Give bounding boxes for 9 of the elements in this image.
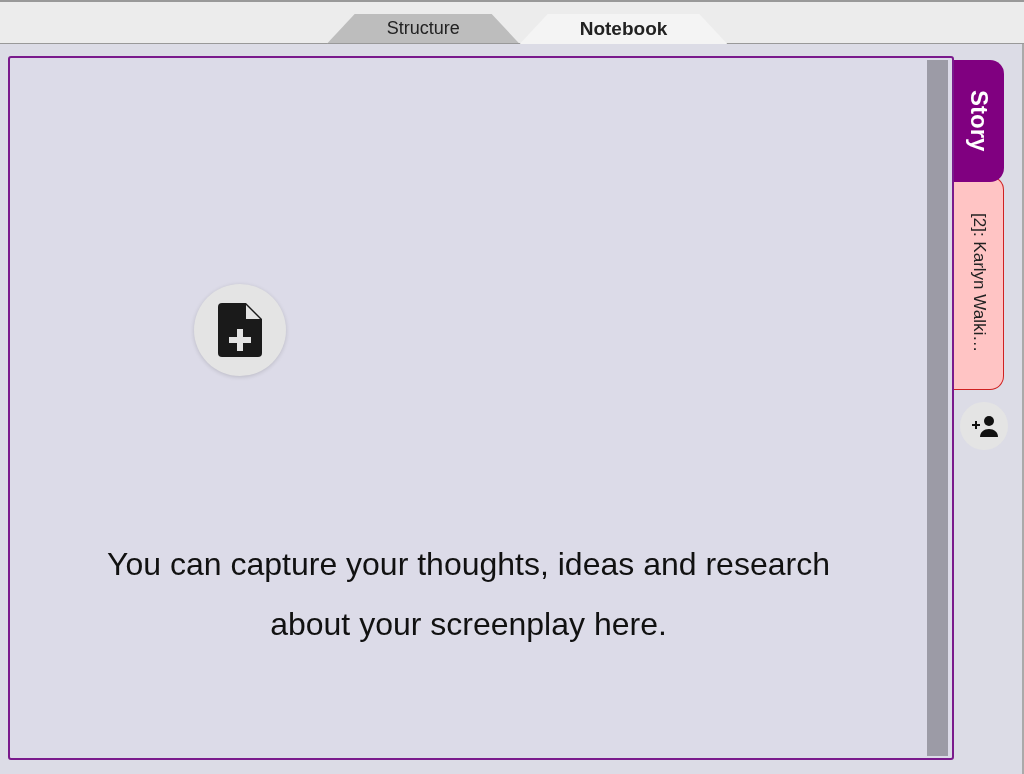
add-person-icon [969, 415, 999, 437]
tab[interactable]: Structure [326, 14, 520, 44]
add-person-button[interactable] [960, 402, 1008, 450]
scrollbar[interactable] [927, 60, 948, 756]
side-tab[interactable]: Story [954, 60, 1004, 182]
add-note-button[interactable] [194, 284, 286, 376]
notebook-message: You can capture your thoughts, ideas and research about your screenplay here. [106, 545, 831, 644]
file-add-icon [218, 303, 262, 357]
tab[interactable]: Notebook [519, 14, 728, 44]
